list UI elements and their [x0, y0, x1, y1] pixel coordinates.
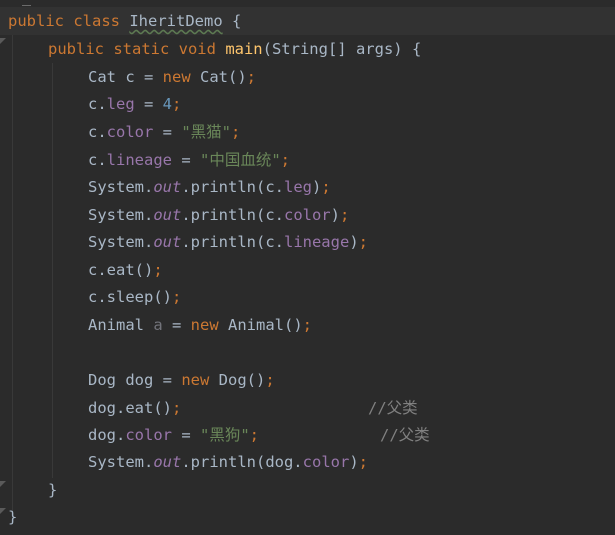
- code-text: System.: [88, 453, 154, 471]
- code-line-2[interactable]: public static void main(String[] args) {: [48, 35, 421, 63]
- static-field: out: [153, 178, 182, 196]
- code-keyword: new: [190, 316, 219, 334]
- class-name: IheritDemo: [129, 12, 223, 30]
- indent-guide: [12, 35, 13, 513]
- code-line-8[interactable]: System.out.println(c.color);: [88, 201, 349, 229]
- code-text: c.: [88, 151, 107, 169]
- fold-end-marker-icon[interactable]: [0, 481, 6, 493]
- code-semicolon: ;: [153, 261, 163, 279]
- code-line-5[interactable]: c.color = "黑猫";: [88, 118, 240, 146]
- code-text: =: [162, 316, 191, 334]
- number-literal: 4: [162, 95, 173, 113]
- field-name: lineage: [106, 151, 172, 169]
- field-name: lineage: [283, 233, 350, 251]
- code-text: Cat c =: [88, 68, 163, 86]
- code-line-12[interactable]: Animal a = new Animal();: [88, 311, 312, 339]
- fold-marker-icon[interactable]: [22, 0, 31, 6]
- code-line-9[interactable]: System.out.println(c.lineage);: [88, 228, 368, 256]
- code-text: ): [330, 206, 340, 224]
- string-literal: "黑狗": [200, 426, 250, 444]
- code-text: {: [222, 12, 242, 30]
- method-name: main: [225, 40, 263, 58]
- code-text: c.eat(): [88, 261, 154, 279]
- code-semicolon: ;: [246, 68, 256, 86]
- code-line-14[interactable]: Dog dog = new Dog();: [88, 366, 275, 394]
- field-name: color: [302, 453, 350, 471]
- code-text: .println(c.: [181, 233, 284, 251]
- code-semicolon: ;: [358, 453, 369, 471]
- fold-end-marker-icon[interactable]: [0, 508, 6, 520]
- code-line-3[interactable]: Cat c = new Cat();: [88, 63, 256, 91]
- code-text: =: [134, 95, 163, 113]
- code-line-16[interactable]: dog.color = "黑狗";: [88, 421, 259, 449]
- code-text: .println(dog.: [181, 453, 303, 471]
- code-keyword: public class: [8, 12, 130, 30]
- static-field: out: [153, 453, 182, 471]
- code-line-4[interactable]: c.leg = 4;: [88, 90, 181, 118]
- code-text: =: [172, 426, 200, 444]
- code-line-18[interactable]: }: [48, 476, 57, 504]
- code-semicolon: ;: [265, 371, 275, 389]
- unused-variable: a: [153, 316, 163, 334]
- field-name: color: [283, 206, 331, 224]
- code-comment: //父类: [380, 426, 430, 444]
- code-text: System.: [88, 206, 154, 224]
- code-text: .println(c.: [181, 178, 284, 196]
- code-semicolon: ;: [358, 233, 368, 251]
- code-text: c.sleep(): [88, 288, 172, 306]
- code-line-1[interactable]: public class IheritDemo {: [8, 7, 241, 35]
- code-semicolon: ;: [172, 288, 182, 306]
- code-semicolon: ;: [231, 123, 241, 141]
- code-text: ): [349, 233, 359, 251]
- code-text: (String[] args) {: [262, 40, 422, 58]
- code-text: Cat(): [190, 68, 247, 86]
- code-text: ): [311, 178, 322, 196]
- string-literal: "中国血统": [200, 151, 281, 169]
- code-line-10[interactable]: c.eat();: [88, 256, 163, 284]
- code-semicolon: ;: [172, 95, 182, 113]
- code-semicolon: ;: [302, 316, 313, 334]
- field-name: leg: [106, 95, 135, 113]
- code-editor[interactable]: public class IheritDemo { public static …: [0, 0, 615, 535]
- code-comment: //父类: [368, 399, 418, 417]
- code-semicolon: ;: [340, 206, 350, 224]
- code-text: =: [153, 123, 182, 141]
- code-text: c.: [88, 95, 107, 113]
- code-semicolon: ;: [172, 399, 182, 417]
- code-line-19[interactable]: }: [8, 503, 17, 531]
- code-text: Animal(): [218, 316, 303, 334]
- code-line-15[interactable]: dog.eat();: [88, 394, 181, 422]
- code-text: Dog dog =: [88, 371, 182, 389]
- code-text: Animal: [88, 316, 154, 334]
- indent-guide: [52, 63, 53, 478]
- code-text: System.: [88, 233, 154, 251]
- code-semicolon: ;: [249, 426, 260, 444]
- code-text: System.: [88, 178, 154, 196]
- code-text: ): [349, 453, 359, 471]
- code-semicolon: ;: [280, 151, 291, 169]
- string-literal: "黑猫": [181, 123, 232, 141]
- code-line-7[interactable]: System.out.println(c.leg);: [88, 173, 331, 201]
- code-keyword: new: [162, 68, 191, 86]
- code-text: .println(c.: [181, 206, 284, 224]
- code-text: =: [172, 151, 200, 169]
- static-field: out: [153, 206, 182, 224]
- fold-end-marker-icon[interactable]: [0, 38, 6, 50]
- code-text: }: [48, 481, 58, 499]
- field-name: color: [106, 123, 154, 141]
- code-text: }: [8, 508, 18, 526]
- code-line-11[interactable]: c.sleep();: [88, 283, 181, 311]
- code-text: Dog(): [209, 371, 266, 389]
- field-name: color: [125, 426, 172, 444]
- code-text: dog.: [88, 426, 126, 444]
- code-text: c.: [88, 123, 107, 141]
- field-name: leg: [283, 178, 312, 196]
- code-keyword: new: [181, 371, 210, 389]
- code-semicolon: ;: [321, 178, 331, 196]
- code-line-17[interactable]: System.out.println(dog.color);: [88, 448, 368, 476]
- static-field: out: [153, 233, 182, 251]
- code-keyword: public static void: [48, 40, 226, 58]
- code-line-6[interactable]: c.lineage = "中国血统";: [88, 146, 290, 174]
- code-text: dog.eat(): [88, 399, 172, 417]
